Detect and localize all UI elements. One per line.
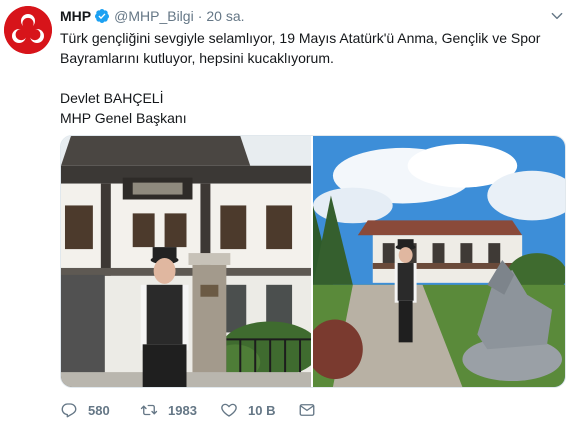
signature-title: MHP Genel Başkanı bbox=[60, 110, 187, 126]
message-button[interactable] bbox=[298, 401, 328, 419]
like-count: 10 B bbox=[248, 402, 276, 418]
envelope-icon bbox=[299, 404, 315, 416]
photo-right[interactable] bbox=[313, 136, 565, 387]
verified-badge-icon bbox=[95, 9, 110, 23]
retweet-button[interactable]: 1983 bbox=[140, 401, 220, 419]
tweet-timestamp[interactable]: 20 sa. bbox=[206, 8, 244, 24]
heart-icon bbox=[221, 403, 237, 417]
party-logo-icon bbox=[4, 6, 52, 54]
tweet-card[interactable]: MHP @MHP_Bilgi · 20 sa. Türk gençliğini … bbox=[0, 0, 574, 429]
display-name[interactable]: MHP bbox=[60, 8, 91, 24]
retweet-count: 1983 bbox=[168, 402, 197, 418]
tweet-text-line: Bayramlarını kutluyor, hepsini kucaklıyo… bbox=[60, 50, 334, 66]
tweet-header: MHP @MHP_Bilgi · 20 sa. bbox=[60, 6, 245, 26]
chevron-down-icon[interactable] bbox=[550, 9, 564, 23]
tweet-actions: 580 1983 10 B bbox=[60, 398, 328, 422]
user-handle[interactable]: @MHP_Bilgi bbox=[114, 8, 194, 24]
reply-icon bbox=[61, 403, 77, 418]
avatar[interactable] bbox=[4, 6, 52, 54]
reply-button[interactable]: 580 bbox=[60, 401, 140, 419]
tweet-text: Türk gençliğini sevgiyle selamlıyor, 19 … bbox=[60, 28, 560, 128]
signature-name: Devlet BAHÇELİ bbox=[60, 90, 164, 106]
like-button[interactable]: 10 B bbox=[220, 401, 298, 419]
retweet-icon bbox=[140, 404, 158, 416]
media-grid bbox=[60, 135, 566, 388]
photo-left[interactable] bbox=[61, 136, 311, 387]
reply-count: 580 bbox=[88, 402, 110, 418]
tweet-text-line: Türk gençliğini sevgiyle selamlıyor, 19 … bbox=[60, 30, 541, 46]
separator-dot: · bbox=[197, 8, 203, 24]
